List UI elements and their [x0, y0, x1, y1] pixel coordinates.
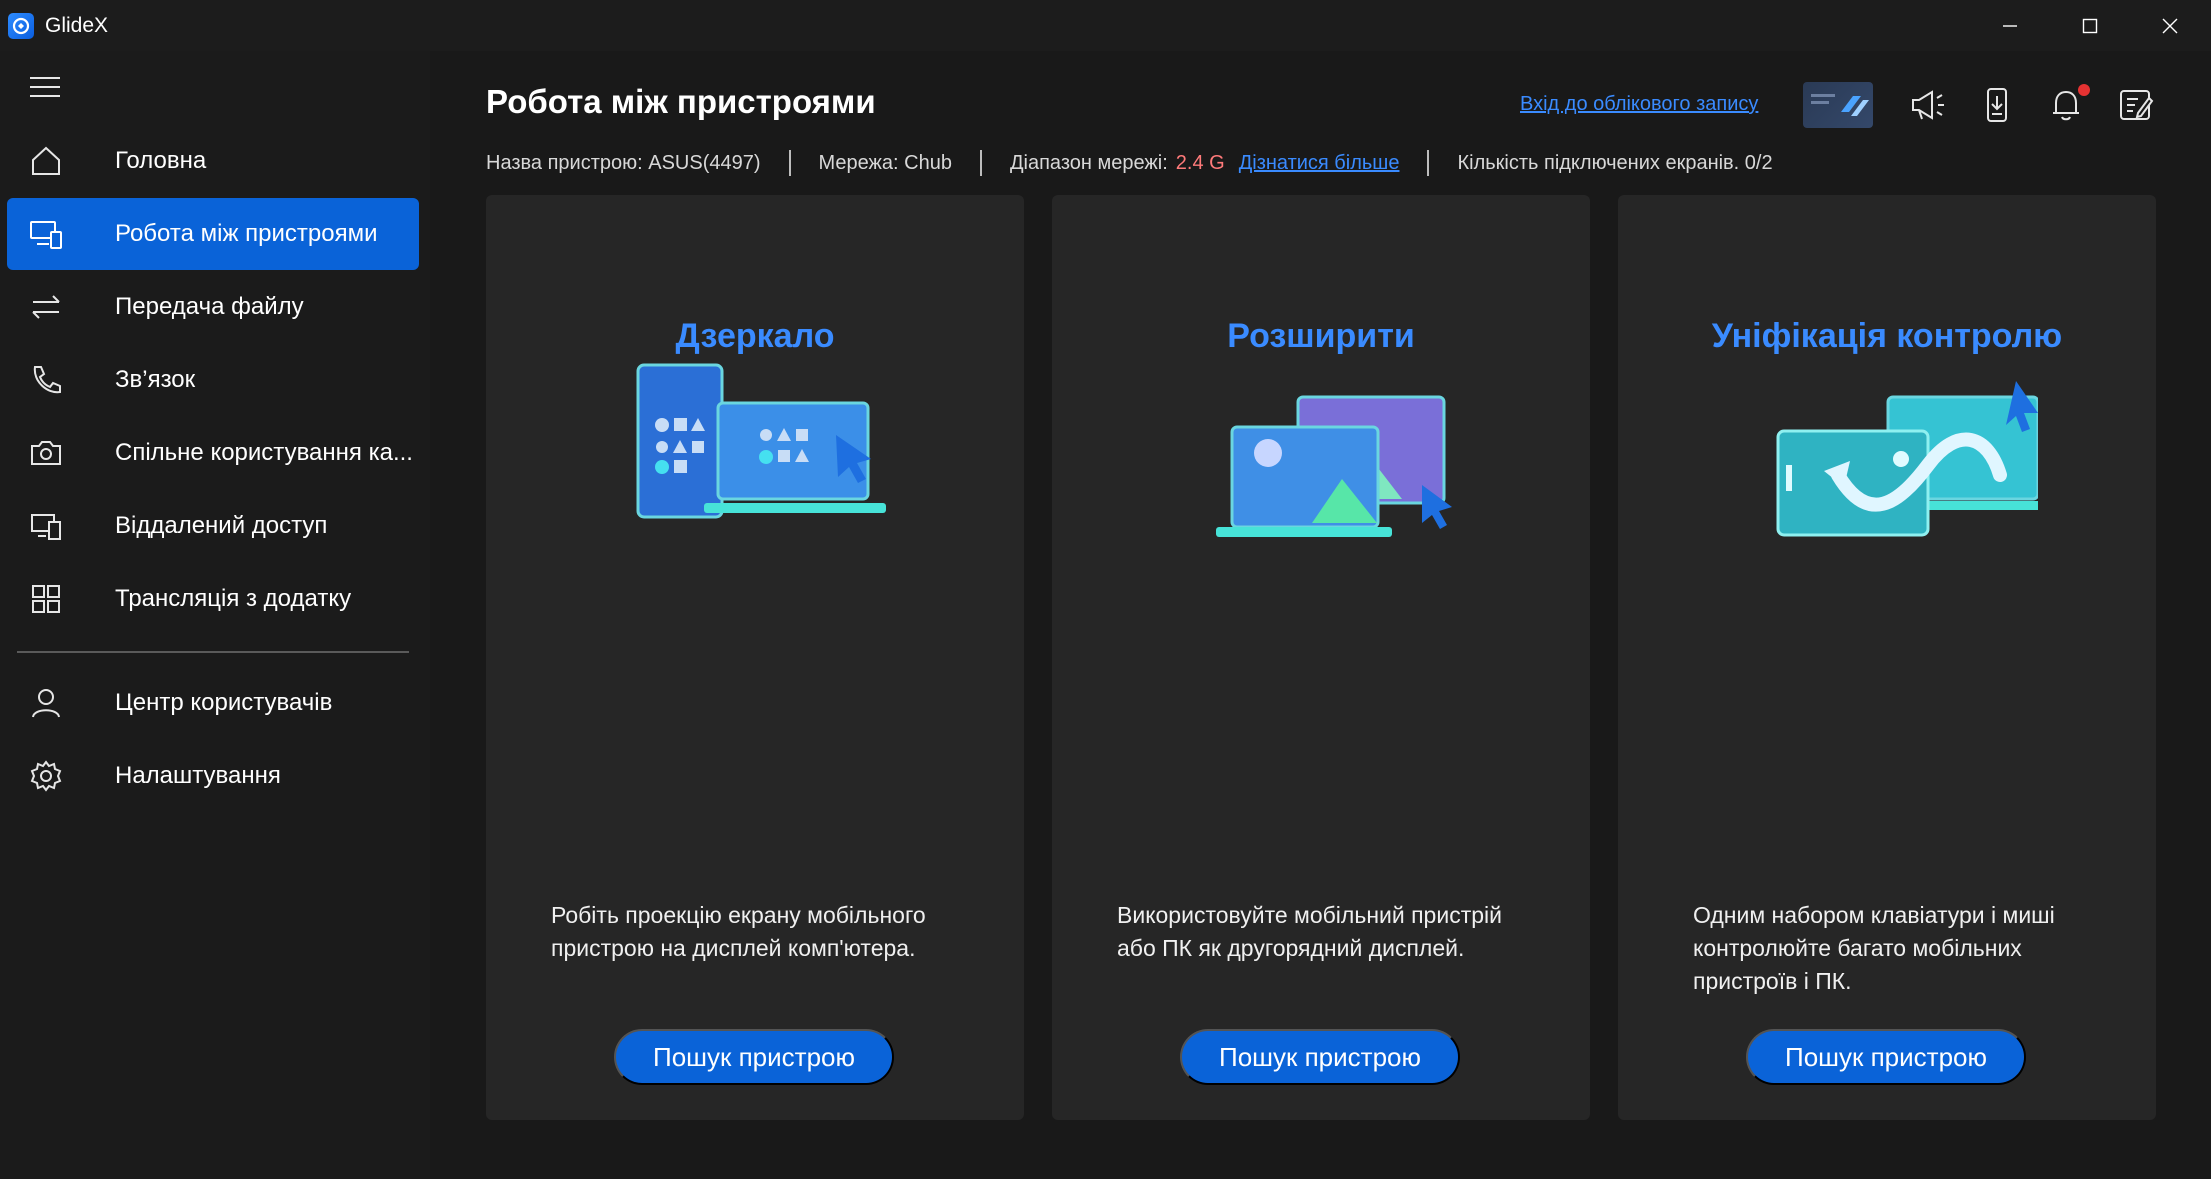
maximize-button[interactable] — [2050, 0, 2130, 51]
phone-icon — [33, 366, 61, 394]
sidebar-item-remote-access[interactable]: Віддалений доступ — [7, 490, 419, 562]
menu-toggle-button[interactable] — [30, 75, 60, 99]
login-link[interactable]: Вхід до облікового запису — [1520, 93, 1758, 116]
sidebar-item-label: Передача файлу — [115, 293, 304, 320]
mirror-illustration — [636, 363, 886, 519]
sidebar-item-cross-device[interactable]: Робота між пристроями — [7, 198, 419, 270]
download-button[interactable] — [1977, 85, 2017, 125]
close-icon — [2162, 18, 2178, 33]
card-title: Розширити — [1227, 317, 1415, 355]
minimize-icon — [2003, 24, 2017, 27]
separator — [979, 150, 982, 176]
extend-card: Розширити Використовуйте мобільний прист… — [1052, 195, 1590, 1120]
app-grid-icon — [32, 585, 60, 613]
sidebar-item-home[interactable]: Головна — [7, 125, 419, 197]
megaphone-icon — [1912, 90, 1944, 120]
separator — [788, 150, 791, 176]
gear-icon — [30, 760, 62, 792]
camera-icon — [31, 441, 61, 465]
cross-device-icon — [30, 221, 62, 249]
device-info-bar: Назва пристрою: ASUS(4497) Мережа: Chub … — [486, 148, 1773, 178]
sidebar-item-user-center[interactable]: Центр користувачів — [7, 667, 419, 739]
network-name: Мережа: Chub — [818, 151, 952, 174]
card-title: Дзеркало — [675, 317, 835, 355]
network-band-value: 2.4 G — [1175, 151, 1225, 174]
sidebar-item-camera-sharing[interactable]: Спільне користування ка... — [7, 417, 419, 489]
card-description: Використовуйте мобільний пристрій або ПК… — [1117, 902, 1502, 961]
unified-control-illustration — [1776, 381, 2038, 537]
sidebar-item-label: Центр користувачів — [115, 689, 333, 716]
mirror-card: Дзеркало Робіть проекцію екрану мобільно… — [486, 195, 1024, 1120]
sidebar-item-label: Спільне користування ка... — [115, 439, 413, 466]
notification-badge — [2078, 84, 2090, 96]
search-device-button[interactable]: Пошук пристрою — [1180, 1029, 1460, 1085]
main-content: Робота між пристроями Вхід до облікового… — [430, 51, 2211, 1179]
sidebar-item-settings[interactable]: Налаштування — [7, 740, 419, 812]
extend-illustration — [1216, 395, 1452, 537]
transfer-arrows-icon — [32, 295, 60, 319]
sidebar-item-label: Налаштування — [115, 762, 281, 789]
device-name: Назва пристрою: ASUS(4497) — [486, 151, 761, 174]
remote-access-icon — [31, 514, 61, 540]
sidebar-item-communication[interactable]: Зв’язок — [7, 344, 419, 416]
feedback-edit-icon — [2120, 90, 2154, 120]
sidebar-item-file-transfer[interactable]: Передача файлу — [7, 271, 419, 343]
user-icon — [32, 689, 60, 718]
card-description: Робіть проекцію екрану мобільного пристр… — [551, 902, 926, 961]
sidebar-item-label: Трансляція з додатку — [115, 585, 352, 612]
network-band-label: Діапазон мережі: — [1009, 151, 1168, 174]
separator — [1427, 150, 1430, 176]
feedback-button[interactable] — [2116, 85, 2156, 125]
search-device-button[interactable]: Пошук пристрою — [1746, 1029, 2026, 1085]
app-title: GlideX — [45, 14, 109, 37]
glidex-window: GlideX Головна Робота між пристроями Пер… — [0, 0, 2211, 1179]
maximize-icon — [2082, 18, 2098, 33]
card-title: Уніфікація контролю — [1711, 317, 2063, 355]
sidebar-item-label: Головна — [115, 147, 207, 174]
sidebar-item-label: Робота між пристроями — [115, 220, 378, 247]
search-device-button[interactable]: Пошук пристрою — [614, 1029, 894, 1085]
sidebar-divider — [17, 651, 409, 653]
sidebar-item-app-streaming[interactable]: Трансляція з додатку — [7, 563, 419, 635]
card-description: Одним набором клавіатури і миші контролю… — [1693, 902, 2055, 994]
page-title: Робота між пристроями — [486, 83, 876, 120]
learn-more-link[interactable]: Дізнатися більше — [1239, 152, 1400, 175]
glidex-logo-icon — [8, 13, 34, 39]
download-icon — [1987, 88, 2007, 122]
announcement-button[interactable] — [1908, 85, 1948, 125]
sidebar: Головна Робота між пристроями Передача ф… — [0, 51, 430, 1179]
sidebar-item-label: Зв’язок — [115, 366, 196, 393]
title-bar: GlideX — [0, 0, 2211, 51]
home-icon — [32, 146, 60, 175]
sidebar-item-label: Віддалений доступ — [115, 512, 328, 539]
promo-banner[interactable] — [1803, 82, 1873, 128]
minimize-button[interactable] — [1970, 0, 2050, 51]
close-button[interactable] — [2130, 0, 2210, 51]
connected-screens-count: Кількість підключених екранів. 0/2 — [1457, 151, 1773, 174]
unified-control-card: Уніфікація контролю Одним набором клавіа… — [1618, 195, 2156, 1120]
